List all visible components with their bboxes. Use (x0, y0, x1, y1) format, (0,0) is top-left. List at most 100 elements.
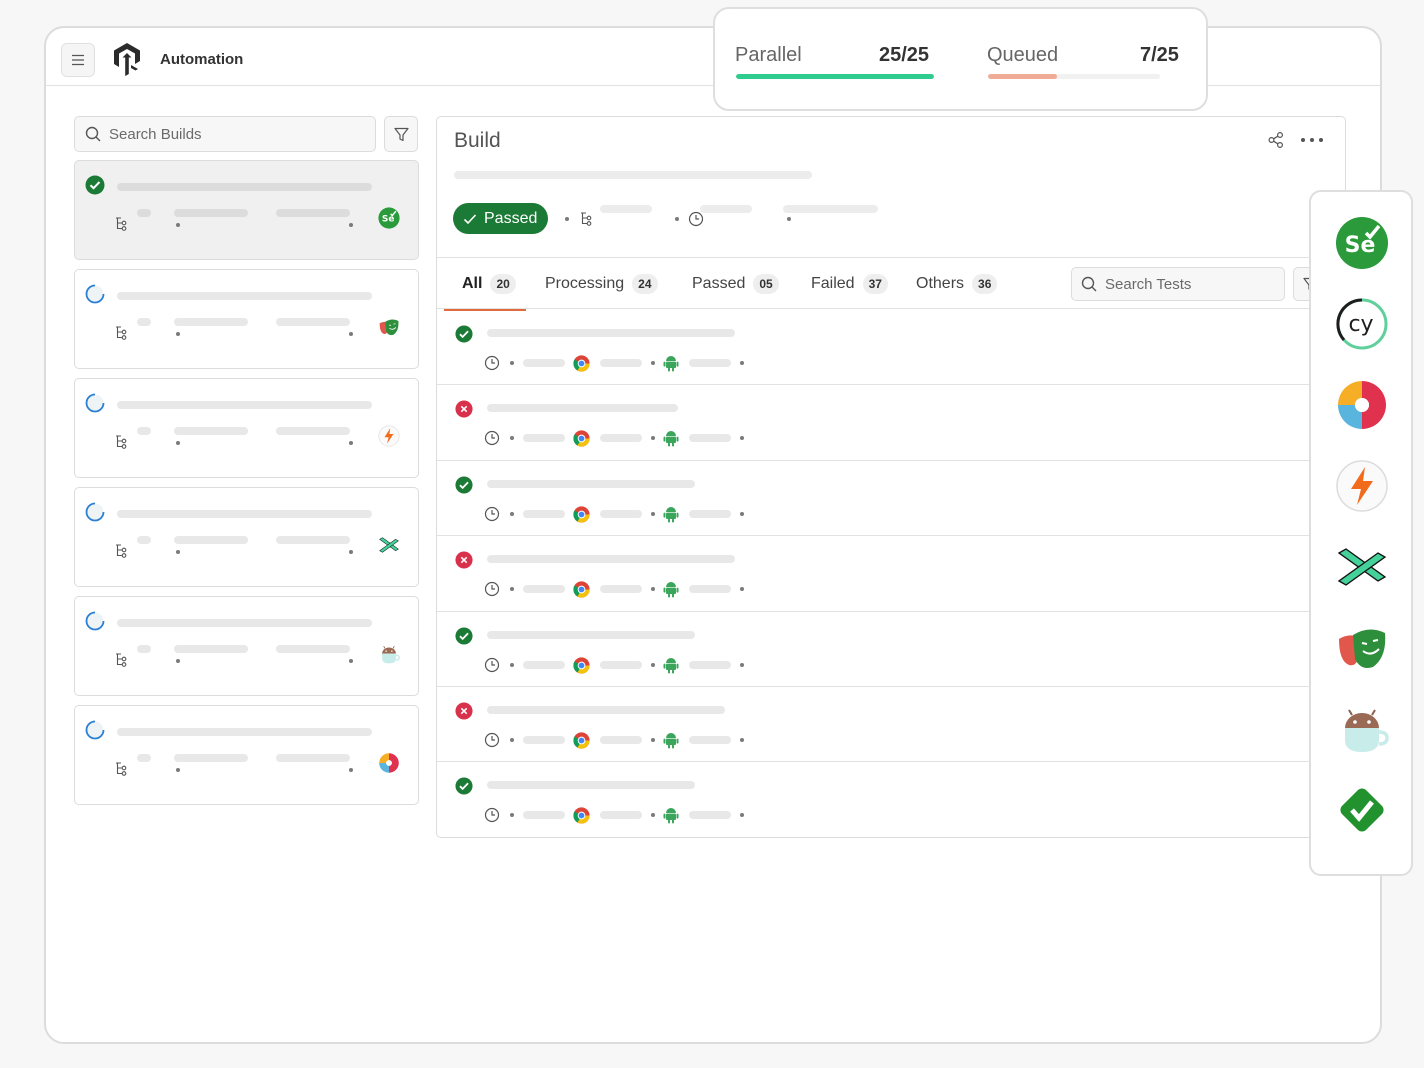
build-card[interactable] (74, 378, 419, 478)
placeholder-bar (523, 660, 565, 669)
separator-dot (176, 223, 180, 227)
placeholder-bar (523, 585, 565, 594)
placeholder-bar (689, 585, 731, 594)
separator-dot (740, 662, 744, 667)
test-name-placeholder (487, 630, 695, 639)
test-row[interactable] (437, 461, 1345, 537)
testng-icon[interactable] (1335, 783, 1389, 837)
svg-text:cy: cy (1348, 312, 1373, 337)
test-row[interactable] (437, 385, 1345, 461)
queued-value: 7/25 (1140, 44, 1179, 66)
filter-builds-button[interactable] (384, 116, 418, 152)
search-icon (85, 126, 101, 142)
menu-button[interactable] (61, 43, 95, 77)
test-row[interactable] (437, 762, 1345, 837)
clock-icon (688, 211, 704, 227)
placeholder-bar (689, 434, 731, 443)
selenium-icon[interactable]: Se (1335, 216, 1389, 270)
separator-dot (349, 768, 353, 772)
separator-dot (740, 511, 744, 516)
tab-count: 24 (632, 274, 658, 294)
build-card[interactable] (74, 596, 419, 696)
passed-status-icon (85, 175, 105, 195)
separator-dot (349, 223, 353, 227)
test-row[interactable] (437, 536, 1345, 612)
test-row[interactable] (437, 687, 1345, 763)
concurrency-card: Parallel 25/25 Queued 7/25 (713, 7, 1208, 111)
test-row[interactable] (437, 612, 1345, 687)
running-status-icon (85, 720, 105, 740)
search-builds-input[interactable] (109, 125, 349, 143)
branch-icon (116, 217, 127, 231)
placeholder-bar (523, 434, 565, 443)
queued-progress-bar (988, 74, 1160, 79)
branch-icon (581, 212, 592, 226)
build-name-placeholder (117, 728, 372, 736)
failed-status-icon (455, 702, 473, 720)
separator-dot (510, 436, 514, 441)
placeholder-chip (137, 427, 151, 435)
placeholder-bar (174, 427, 248, 435)
espresso-icon[interactable] (1335, 702, 1389, 756)
branch-icon (116, 544, 127, 558)
placeholder-bar (600, 660, 642, 669)
tab-label: Failed (811, 275, 855, 292)
hyperexecute-icon[interactable] (1335, 459, 1389, 513)
placeholder-bar (174, 754, 248, 762)
separator-dot (510, 511, 514, 516)
tab-passed[interactable]: Passed 05 (692, 258, 779, 310)
app-title: Automation (160, 51, 244, 68)
separator-dot (651, 511, 655, 516)
placeholder-bar (174, 536, 248, 544)
test-name-placeholder (487, 781, 695, 790)
failed-status-icon (455, 400, 473, 418)
filter-icon (393, 127, 409, 141)
separator-dot (176, 659, 180, 663)
search-tests-input[interactable] (1105, 275, 1275, 293)
hyperexecute-icon (378, 425, 400, 447)
build-name-placeholder (117, 510, 372, 518)
build-name-placeholder (117, 292, 372, 300)
placeholder-bar (689, 509, 731, 518)
build-list: Se (74, 160, 419, 814)
separator-dot (651, 662, 655, 667)
share-icon[interactable] (1267, 131, 1285, 149)
build-card[interactable] (74, 705, 419, 805)
separator-dot (651, 436, 655, 441)
search-builds-field[interactable] (74, 116, 376, 152)
tab-failed[interactable]: Failed 37 (811, 258, 888, 310)
tab-others[interactable]: Others 36 (916, 258, 998, 310)
chrome-icon (573, 656, 590, 674)
xcuitest-icon[interactable] (1335, 540, 1389, 594)
search-icon (1081, 276, 1097, 292)
playwright-icon[interactable] (1335, 621, 1389, 675)
cypress-icon[interactable]: cy (1335, 297, 1389, 351)
search-tests-field[interactable] (1071, 267, 1285, 301)
duration-placeholder (700, 205, 752, 213)
running-status-icon (85, 393, 105, 413)
placeholder-chip (137, 209, 151, 217)
lambdatest-logo-icon (114, 43, 140, 76)
build-card[interactable] (74, 487, 419, 587)
tab-count: 05 (753, 274, 779, 294)
test-row[interactable] (437, 310, 1345, 386)
parallel-label: Parallel (735, 44, 802, 66)
check-icon (463, 213, 477, 224)
placeholder-bar (523, 811, 565, 820)
build-card[interactable] (74, 269, 419, 369)
build-card[interactable]: Se (74, 160, 419, 260)
separator-dot (740, 436, 744, 441)
queued-label: Queued (987, 44, 1059, 66)
placeholder-bar (600, 585, 642, 594)
test-name-placeholder (487, 329, 735, 337)
tab-label: Passed (692, 275, 746, 292)
more-options-button[interactable] (1301, 131, 1323, 149)
build-details-panel: Build Passed All 20 Processing 24 Passed 05 Fa… (436, 116, 1346, 838)
appium-icon[interactable] (1335, 378, 1389, 432)
parallel-progress-bar (736, 74, 934, 79)
test-name-placeholder (487, 404, 678, 413)
framework-panel: Se cy (1309, 190, 1413, 876)
tab-all[interactable]: All 20 (444, 258, 526, 311)
tab-processing[interactable]: Processing 24 (545, 258, 658, 310)
placeholder-bar (174, 318, 248, 326)
